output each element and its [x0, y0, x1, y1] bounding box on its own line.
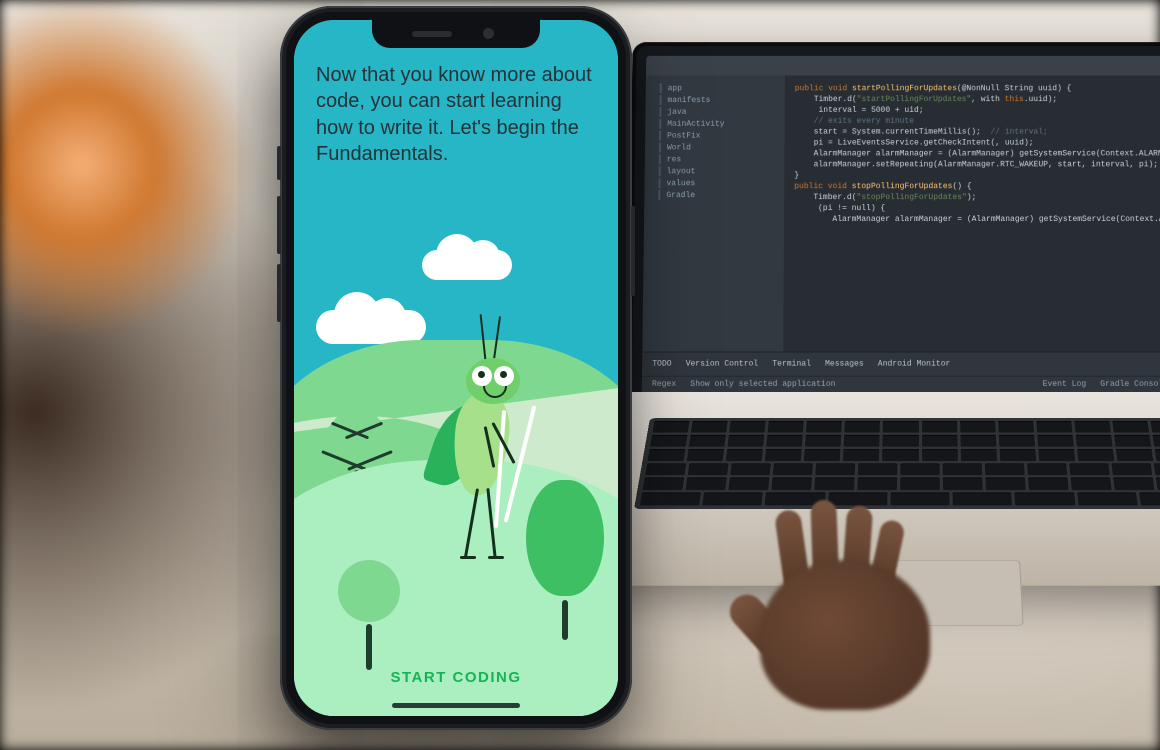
ide-filter-regex: Regex	[652, 379, 676, 390]
grasshopper-character-icon	[410, 340, 550, 570]
ide-bottom-tab: Messages	[825, 359, 864, 370]
smartphone-frame: Now that you know more about code, you c…	[280, 6, 632, 730]
ide-bottom-panel: TODO Version Control Terminal Messages Andro…	[642, 351, 1160, 397]
home-indicator[interactable]	[392, 703, 520, 708]
ide-sidebar-item: layout	[659, 166, 781, 176]
phone-notch	[372, 20, 540, 48]
ide-sidebar-item: PostFix	[659, 131, 781, 141]
ide-sidebar-item: Gradle	[658, 190, 780, 200]
phone-volume-up	[277, 196, 281, 254]
phone-volume-down	[277, 264, 281, 322]
ide-sidebar-item: MainActivity	[659, 119, 780, 129]
ide-window: app manifests java MainActivity PostFix World…	[642, 56, 1160, 397]
ide-status-bar: Regex Show only selected application Eve…	[642, 376, 1160, 390]
ide-bottom-tab: Terminal	[772, 359, 811, 370]
ide-toolbar	[646, 56, 1160, 77]
ide-bottom-tab: Android Monitor	[878, 359, 951, 370]
phone-screen: Now that you know more about code, you c…	[294, 20, 618, 716]
phone-mute-switch	[277, 146, 281, 180]
ide-status-gradle: Gradle Console	[1100, 379, 1160, 390]
ide-code-editor: public void startPollingForUpdates(@NonN…	[783, 75, 1160, 352]
ide-bottom-tab: Version Control	[686, 359, 759, 370]
laptop-keyboard	[634, 418, 1160, 509]
ide-sidebar-item: manifests	[660, 95, 781, 105]
app-onboarding-screen: Now that you know more about code, you c…	[294, 20, 618, 716]
user-hand	[720, 500, 950, 710]
round-tree-icon	[334, 560, 404, 670]
ide-sidebar-item: World	[659, 143, 781, 153]
ide-sidebar-item: values	[658, 178, 780, 188]
phone-power-button	[631, 206, 635, 296]
ide-bottom-tab: TODO	[652, 359, 671, 370]
ide-bottom-tabs: TODO Version Control Terminal Messages Andro…	[642, 352, 1160, 375]
ide-status-eventlog: Event Log	[1043, 379, 1087, 390]
ide-sidebar-item: java	[659, 107, 780, 117]
ide-sidebar-item: res	[659, 154, 781, 164]
laptop-lid: app manifests java MainActivity PostFix World…	[627, 42, 1160, 411]
cloud-icon	[422, 250, 512, 280]
intro-paragraph: Now that you know more about code, you c…	[316, 62, 596, 168]
ide-filter-selected: Show only selected application	[690, 379, 835, 390]
composite-scene: app manifests java MainActivity PostFix World…	[0, 0, 1160, 750]
ide-project-sidebar: app manifests java MainActivity PostFix World…	[642, 75, 785, 352]
start-coding-button[interactable]: START CODING	[294, 669, 618, 686]
cloud-icon	[316, 310, 426, 344]
ide-sidebar-item: app	[660, 83, 781, 93]
